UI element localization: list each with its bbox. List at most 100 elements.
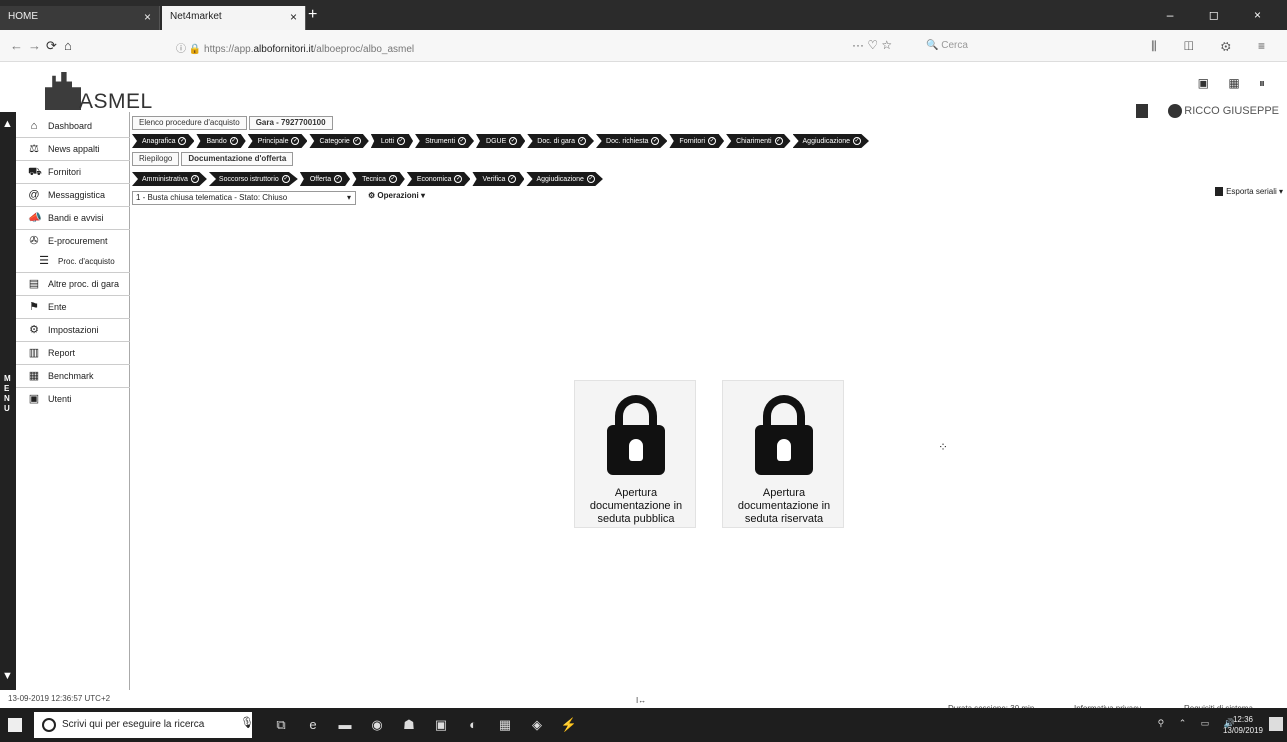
divider	[16, 341, 130, 342]
step-aggiudicazione-offerta[interactable]: Aggiudicazione ✓	[526, 172, 603, 186]
address-bar[interactable]: ⓘ 🔒 https://app.albofornitori.it/alboepr…	[170, 35, 850, 57]
taskbar-search-input[interactable]: Scrivi qui per eseguire la ricerca	[34, 712, 252, 738]
truck-icon: ⛟	[28, 166, 42, 178]
menu-strip[interactable]: ▲ M E N U ▼	[0, 112, 16, 690]
close-icon[interactable]: ×	[290, 10, 297, 24]
cortana-icon	[42, 718, 56, 732]
timestamp: 13-09-2019 12:36:57 UTC+2	[8, 694, 111, 703]
step-amministrativa[interactable]: Amministrativa ✓	[132, 172, 207, 186]
sidebar-item-fornitori[interactable]: ⛟ Fornitori	[28, 162, 128, 182]
sidebar-item-altre-proc[interactable]: ▤ Altre proc. di gara	[28, 274, 128, 294]
browser-tab-bar: HOME × Net4market × + – ◻ ×	[0, 0, 1287, 30]
sidebar-item-proc-acquisto[interactable]: ☰ Proc. d'acquisto	[38, 251, 138, 271]
breadcrumb-item-current[interactable]: Documentazione d'offerta	[181, 152, 294, 166]
sidebar-item-utenti[interactable]: ▣ Utenti	[28, 389, 128, 409]
firefox-icon[interactable]: ◈	[528, 716, 546, 734]
check-icon: ✓	[334, 175, 343, 183]
check-icon: ✓	[509, 137, 518, 145]
breadcrumb-item[interactable]: Elenco procedure d'acquisto	[132, 116, 247, 130]
breadcrumb-item-current[interactable]: Gara - 7927700100	[248, 116, 333, 130]
chevron-down-icon: ▾	[346, 193, 351, 202]
step-dgue[interactable]: DGUE ✓	[476, 134, 526, 148]
browser-tab-label: HOME	[8, 11, 38, 22]
step-bando[interactable]: Bando ✓	[196, 134, 246, 148]
windows-start-icon[interactable]	[8, 718, 22, 732]
microphone-icon[interactable]: 🎙	[240, 716, 254, 729]
step-categorie[interactable]: Categorie ✓	[309, 134, 369, 148]
sidebar-item-label: Utenti	[48, 394, 72, 404]
step-lotti[interactable]: Lotti ✓	[370, 134, 414, 148]
esporta-label: Esporta seriali ▾	[1226, 187, 1283, 196]
browser-tab-home[interactable]: HOME ×	[0, 6, 160, 30]
sidebar-item-bandi[interactable]: 📣 Bandi e avvisi	[28, 208, 128, 228]
step-economica[interactable]: Economica ✓	[406, 172, 471, 186]
step-fornitori[interactable]: Fornitori ✓	[669, 134, 725, 148]
sidebar-item-benchmark[interactable]: ▦ Benchmark	[28, 366, 128, 386]
procurement-icon: ✇	[29, 235, 39, 247]
browser-toolbar-icons[interactable]: ⫼ ◫ ⚙ ≡	[1151, 39, 1277, 54]
step-tecnica[interactable]: Tecnica ✓	[352, 172, 405, 186]
step-aggiudicazione[interactable]: Aggiudicazione ✓	[792, 134, 869, 148]
step-offerta[interactable]: Offerta ✓	[299, 172, 351, 186]
file-icon	[1215, 187, 1224, 197]
check-icon: ✓	[454, 175, 463, 183]
esporta-seriali-button[interactable]: Esporta seriali ▾	[1215, 187, 1283, 197]
close-icon[interactable]: ×	[144, 10, 151, 24]
user-name[interactable]: RICCO GIUSEPPE	[1184, 105, 1279, 117]
asmel-logo[interactable]: ASMEL	[45, 66, 152, 116]
busta-select[interactable]: 1 - Busta chiusa telematica - Stato: Chi…	[132, 191, 356, 205]
sidebar-item-label: Bandi e avvisi	[48, 213, 104, 223]
reload-button[interactable]: ⟳	[46, 38, 57, 54]
chrome-icon[interactable]: ◉	[368, 716, 386, 734]
chevron-down-icon[interactable]: ▼	[2, 670, 13, 682]
taskbar-clock[interactable]: 12:36 13/09/2019	[1223, 714, 1263, 736]
sidebar-item-report[interactable]: ▥ Report	[28, 343, 128, 363]
apertura-riservata-card[interactable]: Apertura documentazione in seduta riserv…	[722, 380, 844, 528]
operazioni-button[interactable]: ⚙ Operazioni ▾	[368, 191, 425, 200]
step-anagrafica[interactable]: Anagrafica ✓	[132, 134, 195, 148]
sidebar-item-label: Impostazioni	[48, 325, 99, 335]
sidebar-item-messaggistica[interactable]: @ Messaggistica	[28, 185, 128, 205]
browser-tab-net4market[interactable]: Net4market ×	[162, 6, 306, 30]
sidebar-item-dashboard[interactable]: ⌂ Dashboard	[28, 116, 128, 136]
divider	[16, 387, 130, 388]
cursor-icon: I↔	[636, 696, 647, 705]
app-icon[interactable]: ☗	[400, 716, 418, 734]
window-controls[interactable]: – ◻ ×	[1167, 8, 1277, 22]
user-icon	[1168, 104, 1183, 118]
step-soccorso-istruttorio[interactable]: Soccorso istruttorio ✓	[208, 172, 298, 186]
back-button[interactable]: ←	[10, 38, 23, 53]
task-view-icon[interactable]: ⧉	[272, 716, 290, 734]
edge-icon[interactable]: e	[304, 716, 322, 734]
new-tab-button[interactable]: +	[308, 6, 317, 24]
sidebar-item-e-procurement[interactable]: ✇ E-procurement	[28, 231, 128, 251]
notification-icon[interactable]	[1269, 717, 1283, 731]
app-icon[interactable]: ▬	[336, 716, 354, 734]
step-label: Anagrafica	[142, 137, 176, 145]
app-icon[interactable]: ▣	[432, 716, 450, 734]
chevron-up-icon[interactable]: ▲	[2, 118, 13, 130]
app-icon[interactable]: ◐	[464, 716, 482, 734]
home-button[interactable]: ⌂	[64, 38, 72, 53]
breadcrumb-item[interactable]: Riepilogo	[132, 152, 180, 166]
view-mode-icons[interactable]: ▣ ▦ ⏸	[1198, 76, 1273, 91]
browser-search-input[interactable]: 🔍 Cerca	[920, 35, 1120, 57]
apertura-pubblica-card[interactable]: Apertura documentazione in seduta pubbli…	[574, 380, 696, 528]
step-verifica[interactable]: Verifica ✓	[472, 172, 525, 186]
step-chiarimenti[interactable]: Chiarimenti ✓	[726, 134, 791, 148]
sidebar-item-impostazioni[interactable]: ⚙ Impostazioni	[28, 320, 128, 340]
step-strumenti[interactable]: Strumenti ✓	[415, 134, 475, 148]
sidebar-item-news-appalti[interactable]: ⚖ News appalti	[28, 139, 128, 159]
step-doc-richiesta[interactable]: Doc. richiesta ✓	[596, 134, 668, 148]
forward-button[interactable]: →	[28, 38, 41, 53]
manual-icon[interactable]	[1136, 104, 1149, 118]
sub-breadcrumb: Riepilogo Documentazione d'offerta	[132, 152, 295, 166]
clock-time: 12:36	[1232, 715, 1253, 724]
app-icon[interactable]: ▦	[496, 716, 514, 734]
sidebar-item-ente[interactable]: ⚑ Ente	[28, 297, 128, 317]
step-principale[interactable]: Principale ✓	[247, 134, 308, 148]
app-icon[interactable]: ⚡	[560, 716, 578, 734]
url-actions[interactable]: ··· ♡ ☆	[852, 38, 892, 52]
divider	[16, 272, 130, 273]
step-doc-gara[interactable]: Doc. di gara ✓	[527, 134, 595, 148]
